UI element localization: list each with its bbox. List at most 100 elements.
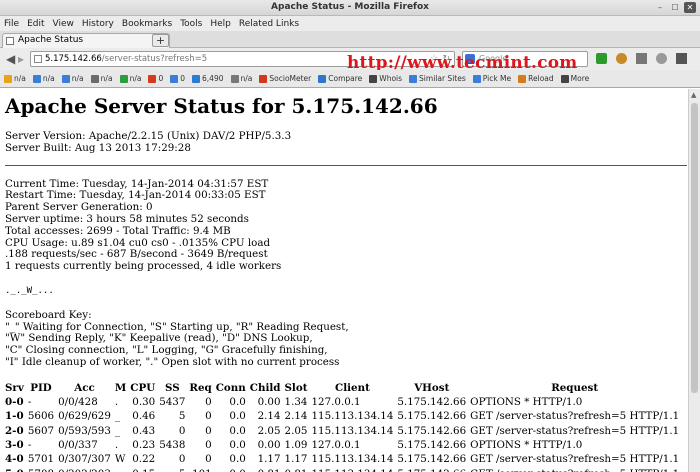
- pick-me-button[interactable]: Pick Me: [472, 74, 511, 83]
- addon-icon-2[interactable]: [656, 53, 667, 64]
- menu-edit[interactable]: Edit: [27, 19, 44, 29]
- table-cell: 0/593/593: [58, 424, 111, 437]
- site-identity-icon[interactable]: [34, 55, 42, 63]
- addon-item[interactable]: 0: [170, 74, 185, 83]
- table-cell: 5708: [28, 467, 58, 472]
- menu-help[interactable]: Help: [210, 19, 231, 29]
- table-cell: 0/0/337: [58, 438, 98, 451]
- table-cell: 5: [159, 467, 189, 472]
- home-icon[interactable]: [616, 53, 627, 64]
- addon-item[interactable]: n/a: [32, 74, 55, 83]
- forward-arrow-icon[interactable]: ▸: [18, 52, 24, 66]
- menu-file[interactable]: File: [4, 19, 19, 29]
- table-cell: _: [114, 410, 121, 423]
- table-cell: GET /server-status?refresh=5 HTTP/1.1: [470, 410, 680, 423]
- table-cell: 0: [178, 424, 186, 437]
- menu-tools[interactable]: Tools: [180, 19, 202, 29]
- column-header: Slot: [284, 381, 308, 394]
- addon-item[interactable]: n/a: [61, 74, 84, 83]
- addon-item[interactable]: n/a: [230, 74, 252, 83]
- addon-badge-icon: [32, 74, 41, 83]
- table-cell: 4-0: [5, 453, 24, 466]
- pick-me-icon: [472, 74, 481, 83]
- table-cell: 0.0: [229, 438, 246, 451]
- minimize-button[interactable]: –: [654, 2, 666, 13]
- table-cell: 0.81: [285, 467, 312, 472]
- table-cell: 1-0: [5, 410, 24, 423]
- table-cell: GET /server-status?refresh=5 HTTP/1.1: [470, 453, 680, 466]
- table-cell: 0.30: [132, 395, 156, 408]
- table-cell: -: [27, 395, 32, 408]
- scrollbar-thumb[interactable]: [691, 103, 698, 393]
- table-cell: 5437: [159, 395, 186, 408]
- table-cell: 0/202/203: [58, 467, 115, 472]
- table-cell: 0.22: [132, 453, 156, 466]
- addon-item[interactable]: 6,490: [192, 74, 224, 83]
- table-cell: 5701: [27, 453, 55, 466]
- new-tab-button[interactable]: +: [152, 34, 169, 47]
- window-controls: – ☐ ✕: [654, 2, 696, 13]
- table-cell: 5: [178, 410, 186, 423]
- server-built: Server Built: Aug 13 2013 17:29:28: [5, 141, 191, 154]
- table-row: 5-057080/202/203_0.1551010.00.810.81115.…: [5, 467, 683, 472]
- column-header: Request: [551, 381, 599, 394]
- download-icon[interactable]: [596, 53, 607, 64]
- table-cell: 115.113.134.14: [311, 467, 397, 472]
- addon-icon[interactable]: [636, 53, 647, 64]
- column-header: Conn: [215, 381, 246, 394]
- similar-sites-button[interactable]: Similar Sites: [409, 74, 466, 83]
- addon-item[interactable]: n/a: [90, 74, 113, 83]
- table-cell: 101: [189, 467, 215, 472]
- table-cell: 115.113.134.14: [311, 424, 394, 437]
- close-button[interactable]: ✕: [684, 2, 696, 13]
- nav-extension-icons: [596, 53, 687, 64]
- table-cell: 5.175.142.66: [397, 438, 467, 451]
- sociometer-icon: [259, 74, 268, 83]
- scroll-up-icon[interactable]: ▲: [691, 91, 696, 99]
- table-cell: _: [114, 424, 121, 437]
- table-cell: 0.0: [229, 453, 246, 466]
- menu-related-links[interactable]: Related Links: [239, 19, 299, 29]
- whois-button[interactable]: Whois: [369, 74, 402, 83]
- tab-bar: Apache Status ✕ +: [0, 31, 700, 48]
- table-cell: 115.113.134.14: [311, 410, 394, 423]
- vertical-scrollbar[interactable]: ▲: [688, 89, 700, 472]
- sociometer-button[interactable]: SocioMeter: [259, 74, 311, 83]
- table-cell: 0.0: [229, 424, 246, 437]
- table-cell: OPTIONS * HTTP/1.0: [470, 395, 583, 408]
- menu-view[interactable]: View: [53, 19, 74, 29]
- scoreboard-key: Scoreboard Key: "_" Waiting for Connecti…: [5, 309, 688, 369]
- addon-item[interactable]: n/a: [4, 74, 26, 83]
- table-cell: .: [114, 438, 119, 451]
- compare-button[interactable]: Compare: [318, 74, 362, 83]
- page-content: Apache Server Status for 5.175.142.66 Se…: [0, 89, 688, 472]
- addon-badge-icon: [4, 74, 12, 83]
- menu-bookmarks[interactable]: Bookmarks: [122, 19, 172, 29]
- table-cell: 0.00: [257, 395, 281, 408]
- table-cell: 1.17: [257, 453, 281, 466]
- table-cell: 5.175.142.66: [397, 467, 470, 472]
- worker-status: 1 requests currently being processed, 4 …: [5, 260, 282, 273]
- column-header: VHost: [414, 381, 450, 394]
- table-cell: GET /server-status?refresh=5 HTTP/1.1: [470, 467, 683, 472]
- maximize-button[interactable]: ☐: [669, 2, 681, 13]
- table-row: 3-0- 0/0/337. 0.23 5438 0 0.0 0.00 1.09 127.0.0.…: [5, 438, 683, 452]
- reload-addon-button[interactable]: Reload: [518, 74, 554, 83]
- addon-item[interactable]: n/a: [119, 74, 141, 83]
- column-header: Srv: [5, 381, 24, 394]
- more-button[interactable]: More: [560, 74, 589, 83]
- menu-icon[interactable]: [676, 53, 687, 64]
- whois-icon: [369, 74, 378, 83]
- compare-icon: [318, 74, 327, 83]
- back-arrow-icon[interactable]: ◀: [6, 52, 15, 66]
- table-cell: 127.0.0.1: [311, 438, 361, 451]
- tab-apache-status[interactable]: Apache Status ✕: [2, 33, 170, 48]
- addon-item[interactable]: 0: [148, 74, 163, 83]
- table-body: 0-0-0/0/428. 0.30 5437 0 0.0 0.00 1.34 127.0.0.…: [5, 395, 683, 472]
- menu-bar: File Edit View History Bookmarks Tools H…: [0, 16, 700, 31]
- table-cell: 2.14: [257, 410, 281, 423]
- column-header: PID: [30, 381, 52, 394]
- menu-history[interactable]: History: [82, 19, 114, 29]
- table-cell: 0: [205, 453, 212, 466]
- table-cell: 0/629/629: [58, 410, 111, 423]
